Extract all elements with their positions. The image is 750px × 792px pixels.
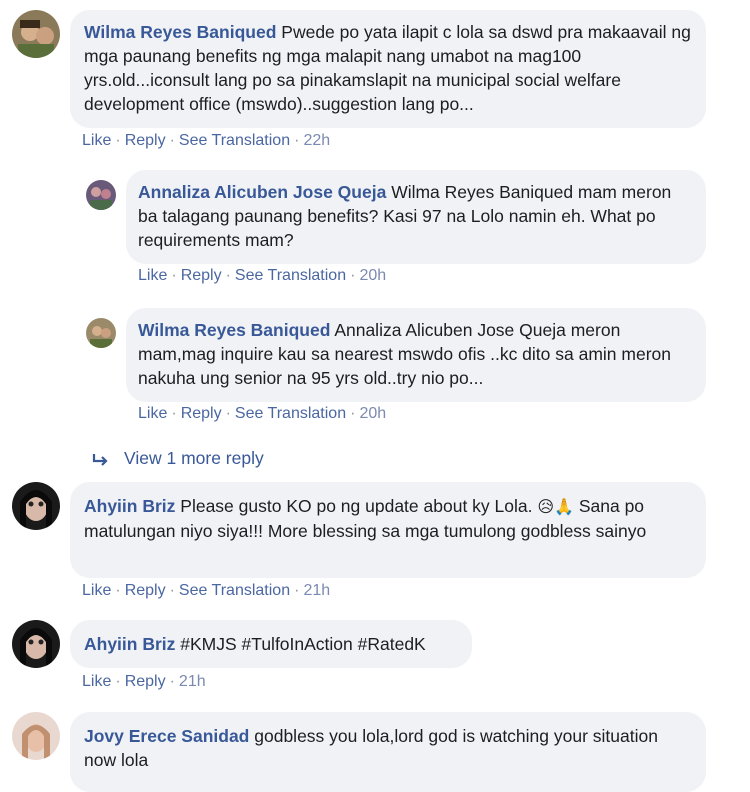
- comment-actions: Like · Reply · See Translation · 20h: [138, 267, 387, 284]
- comment-author[interactable]: Wilma Reyes Baniqued: [84, 22, 276, 42]
- like-link[interactable]: Like: [138, 405, 167, 422]
- like-link[interactable]: Like: [82, 132, 111, 149]
- reply-arrow-icon: [92, 453, 108, 466]
- timestamp[interactable]: 21h: [303, 582, 330, 599]
- reply-link[interactable]: Reply: [125, 582, 166, 599]
- see-translation-link[interactable]: See Translation: [235, 405, 346, 422]
- avatar[interactable]: [12, 712, 60, 760]
- comment-author[interactable]: Ahyiin Briz: [84, 496, 175, 516]
- reply-link[interactable]: Reply: [181, 405, 222, 422]
- comment-bubble: Jovy Erece Sanidad godbless you lola,lor…: [70, 712, 706, 792]
- avatar[interactable]: [86, 180, 116, 210]
- avatar[interactable]: [86, 318, 116, 348]
- comment-bubble: Ahyiin Briz #KMJS #TulfoInAction #RatedK: [70, 620, 472, 668]
- reply-link[interactable]: Reply: [181, 267, 222, 284]
- like-link[interactable]: Like: [82, 582, 111, 599]
- like-link[interactable]: Like: [138, 267, 167, 284]
- timestamp[interactable]: 22h: [303, 132, 330, 149]
- see-translation-link[interactable]: See Translation: [179, 582, 290, 599]
- comment-author[interactable]: Annaliza Alicuben Jose Queja: [138, 182, 386, 202]
- like-link[interactable]: Like: [82, 673, 111, 690]
- reply-link[interactable]: Reply: [125, 673, 166, 690]
- avatar[interactable]: [12, 482, 60, 530]
- comment-author[interactable]: Wilma Reyes Baniqued: [138, 320, 330, 340]
- comment-actions: Like · Reply · See Translation · 20h: [138, 405, 387, 422]
- comment-author[interactable]: Ahyiin Briz: [84, 634, 175, 654]
- comment-actions: Like · Reply · 21h: [82, 673, 206, 690]
- sad-pray-emoji: 😥🙏: [537, 497, 574, 516]
- view-more-replies-link[interactable]: View 1 more reply: [92, 448, 264, 469]
- comment-text: Please gusto KO po ng update about ky Lo…: [180, 496, 533, 516]
- comment-actions: Like · Reply · See Translation · 22h: [82, 132, 331, 149]
- see-translation-link[interactable]: See Translation: [179, 132, 290, 149]
- timestamp[interactable]: 20h: [359, 405, 386, 422]
- timestamp[interactable]: 20h: [359, 267, 386, 284]
- comment-bubble: Wilma Reyes Baniqued Annaliza Alicuben J…: [126, 308, 706, 402]
- comment-bubble: Annaliza Alicuben Jose Queja Wilma Reyes…: [126, 170, 706, 264]
- comment-bubble: Wilma Reyes Baniqued Pwede po yata ilapi…: [70, 10, 706, 128]
- avatar[interactable]: [12, 10, 60, 58]
- view-more-label[interactable]: View 1 more reply: [124, 448, 264, 469]
- timestamp[interactable]: 21h: [179, 673, 206, 690]
- comment-author[interactable]: Jovy Erece Sanidad: [84, 726, 249, 746]
- comment-actions: Like · Reply · See Translation · 21h: [82, 582, 331, 599]
- see-translation-link[interactable]: See Translation: [235, 267, 346, 284]
- reply-link[interactable]: Reply: [125, 132, 166, 149]
- comment-bubble: Ahyiin Briz Please gusto KO po ng update…: [70, 482, 706, 578]
- avatar[interactable]: [12, 620, 60, 668]
- comment-text: #KMJS #TulfoInAction #RatedK: [180, 634, 426, 654]
